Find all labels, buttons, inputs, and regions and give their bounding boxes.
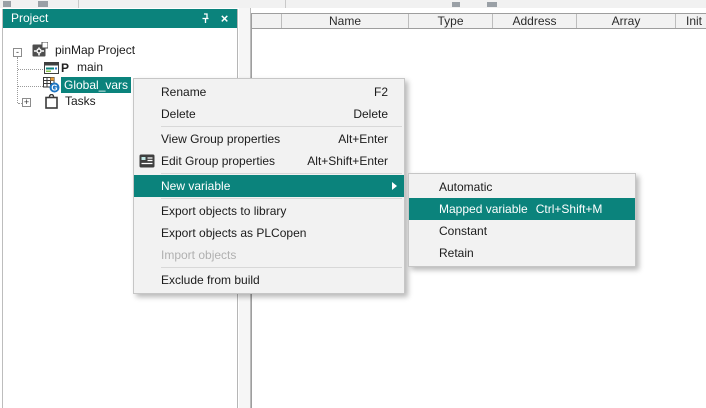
- toolbar-sliver: [0, 0, 706, 8]
- menu-item-label: Export objects as PLCopen: [161, 226, 306, 240]
- menu-item-shortcut: Ctrl+Shift+M: [536, 202, 603, 216]
- menu-item-label: Retain: [439, 246, 474, 260]
- menu-item-delete[interactable]: Delete Delete: [134, 103, 404, 125]
- menu-item-label: Import objects: [161, 248, 236, 262]
- context-menu: Rename F2 Delete Delete View Group prope…: [133, 78, 405, 294]
- menu-item-label: Exclude from build: [161, 273, 260, 287]
- menu-item-label: New variable: [161, 179, 230, 193]
- menu-item-export-objects-as-plcopen[interactable]: Export objects as PLCopen: [134, 222, 404, 244]
- toolbar-icon-fragment: [487, 2, 497, 7]
- column-header-init[interactable]: Init: [676, 14, 706, 28]
- submenu-item-constant[interactable]: Constant: [409, 220, 635, 242]
- tree-item-tasks[interactable]: Tasks: [65, 93, 96, 109]
- menu-item-import-objects: Import objects: [134, 244, 404, 266]
- menu-item-exclude-from-build[interactable]: Exclude from build: [134, 269, 404, 291]
- menu-separator: [161, 173, 402, 174]
- tree-item-pinmap-project[interactable]: pinMap Project: [55, 42, 135, 58]
- app-window: Project × - pinMap Project: [0, 0, 706, 408]
- project-icon: [32, 42, 48, 60]
- menu-item-label: Constant: [439, 224, 487, 238]
- tree-connector: [18, 69, 43, 70]
- tree-connector: [18, 86, 43, 87]
- program-window-icon: [44, 62, 59, 77]
- menu-item-shortcut: Alt+Enter: [338, 132, 388, 146]
- toolbar-separator: [285, 0, 286, 8]
- menu-separator: [161, 198, 402, 199]
- menu-item-rename[interactable]: Rename F2: [134, 81, 404, 103]
- menu-item-label: Automatic: [439, 180, 492, 194]
- menu-item-label: View Group properties: [161, 132, 280, 146]
- submenu-item-mapped-variable[interactable]: Mapped variable Ctrl+Shift+M: [409, 198, 635, 220]
- column-header-type[interactable]: Type: [409, 14, 493, 28]
- column-header-address[interactable]: Address: [493, 14, 577, 28]
- submenu-item-retain[interactable]: Retain: [409, 242, 635, 264]
- submenu-arrow-icon: [392, 182, 397, 190]
- project-panel-titlebar: Project ×: [3, 9, 237, 28]
- column-header-array[interactable]: Array: [577, 14, 676, 28]
- collapse-icon[interactable]: -: [13, 48, 22, 57]
- tasks-clipboard-icon: [45, 94, 58, 112]
- menu-item-export-objects-to-library[interactable]: Export objects to library: [134, 200, 404, 222]
- pin-icon[interactable]: [198, 11, 213, 26]
- tree-item-global-vars[interactable]: Global_vars: [61, 77, 131, 93]
- toolbar-icon-fragment: [38, 1, 48, 7]
- expand-icon[interactable]: +: [22, 98, 31, 107]
- properties-form-icon: [139, 154, 155, 171]
- column-header-name[interactable]: Name: [282, 14, 409, 28]
- toolbar-icon-fragment: [452, 2, 460, 7]
- tree-item-main[interactable]: main: [77, 59, 103, 75]
- menu-item-shortcut: Delete: [353, 107, 388, 121]
- svg-text:G: G: [51, 83, 57, 92]
- toolbar-icon-fragment: [3, 1, 11, 7]
- menu-item-label: Rename: [161, 85, 206, 99]
- menu-item-label: Delete: [161, 107, 196, 121]
- tree-connector: [17, 57, 18, 103]
- menu-separator: [161, 267, 402, 268]
- submenu-item-automatic[interactable]: Automatic: [409, 176, 635, 198]
- menu-item-label: Edit Group properties: [161, 154, 275, 168]
- menu-item-shortcut: F2: [374, 85, 388, 99]
- menu-item-shortcut: Alt+Shift+Enter: [307, 154, 388, 168]
- grid-header-row: Name Type Address Array Init: [252, 14, 706, 29]
- menu-separator: [161, 126, 402, 127]
- close-icon[interactable]: ×: [217, 11, 232, 26]
- menu-item-view-group-properties[interactable]: View Group properties Alt+Enter: [134, 128, 404, 150]
- program-badge: P: [61, 62, 69, 74]
- menu-item-edit-group-properties[interactable]: Edit Group properties Alt+Shift+Enter: [134, 150, 404, 172]
- panel-title: Project: [11, 11, 48, 25]
- column-header-rowselector[interactable]: [252, 14, 282, 28]
- menu-item-label: Export objects to library: [161, 204, 286, 218]
- new-variable-submenu: Automatic Mapped variable Ctrl+Shift+M C…: [408, 173, 636, 267]
- menu-item-label: Mapped variable: [439, 202, 528, 216]
- menu-item-new-variable[interactable]: New variable: [134, 175, 404, 197]
- toolbar-separator: [78, 0, 79, 8]
